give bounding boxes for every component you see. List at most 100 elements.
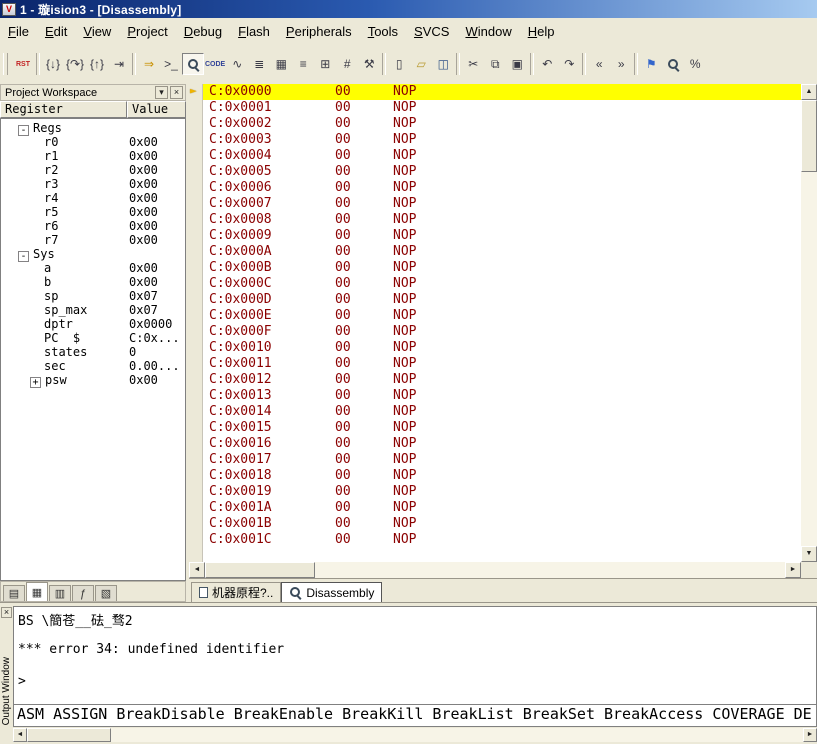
scroll-down-button[interactable]: ▼ (801, 546, 817, 562)
logic-analyzer-button[interactable]: ≣ (248, 53, 270, 75)
title-bar[interactable]: 1 - 璇ision3 - [Disassembly] (0, 0, 817, 18)
find-button[interactable] (662, 53, 684, 75)
toolbox-button[interactable]: ⚒ (358, 53, 380, 75)
disassembly-row[interactable]: C:0x000200NOP (189, 116, 801, 132)
disassembly-row[interactable]: C:0x001A00NOP (189, 500, 801, 516)
call-stack-window-button[interactable]: ≡ (292, 53, 314, 75)
tree-group-sys[interactable]: -Sys (1, 247, 185, 261)
run-to-cursor-button[interactable]: ⇥ (108, 53, 130, 75)
disassembly-row[interactable]: C:0x000500NOP (189, 164, 801, 180)
workspace-menu-button[interactable]: ▾ (155, 86, 168, 99)
output-horizontal-scrollbar[interactable]: ◄ ► (13, 728, 817, 742)
scroll-left-button[interactable]: ◄ (13, 728, 27, 742)
disassembly-row[interactable]: C:0x000700NOP (189, 196, 801, 212)
column-header-register[interactable]: Register (0, 101, 127, 118)
register-row-r4[interactable]: r40x00 (1, 191, 185, 205)
menu-item[interactable]: Flash (230, 21, 278, 42)
disassembly-row[interactable]: C:0x000800NOP (189, 212, 801, 228)
menu-item[interactable]: Edit (37, 21, 75, 42)
step-over-button[interactable]: {↷} (64, 53, 86, 75)
new-file-button[interactable]: ▯ (388, 53, 410, 75)
menu-item[interactable]: Window (457, 21, 519, 42)
copy-button[interactable]: ⧉ (484, 53, 506, 75)
regs-tab[interactable]: ▦ (26, 582, 48, 601)
disassembly-row-current[interactable]: C:0x000000NOP (189, 84, 801, 100)
disassembly-row[interactable]: C:0x001400NOP (189, 404, 801, 420)
step-out-button[interactable]: {↑} (86, 53, 108, 75)
column-header-value[interactable]: Value (127, 101, 186, 118)
scroll-thumb[interactable] (801, 100, 817, 172)
paste-button[interactable]: ▣ (506, 53, 528, 75)
menu-item[interactable]: SVCS (406, 21, 457, 42)
disassembly-row[interactable]: C:0x000300NOP (189, 132, 801, 148)
register-row-dptr[interactable]: dptr0x0000 (1, 317, 185, 331)
tab-item[interactable]: 机器原程?.. (191, 582, 281, 602)
register-row-r0[interactable]: r00x00 (1, 135, 185, 149)
show-next-statement-button[interactable]: ⇒ (138, 53, 160, 75)
disassembly-row[interactable]: C:0x001800NOP (189, 468, 801, 484)
disassembly-row[interactable]: C:0x001200NOP (189, 372, 801, 388)
menu-item[interactable]: Project (119, 21, 175, 42)
disassembly-row[interactable]: C:0x001300NOP (189, 388, 801, 404)
vertical-scrollbar[interactable]: ▲ ▼ (801, 84, 817, 562)
disassembly-row[interactable]: C:0x001600NOP (189, 436, 801, 452)
open-file-button[interactable]: ▱ (410, 53, 432, 75)
disassembly-row[interactable]: C:0x001B00NOP (189, 516, 801, 532)
disassembly-row[interactable]: C:0x001900NOP (189, 484, 801, 500)
save-file-button[interactable]: ◫ (432, 53, 454, 75)
registers-window-button[interactable]: ▦ (270, 53, 292, 75)
disassembly-row[interactable]: C:0x001500NOP (189, 420, 801, 436)
code-coverage-button[interactable]: CODE (204, 53, 226, 75)
disassembly-row[interactable]: C:0x000600NOP (189, 180, 801, 196)
command-window-button[interactable]: >_ (160, 53, 182, 75)
scroll-right-button[interactable]: ► (803, 728, 817, 742)
disassembly-row[interactable]: C:0x000E00NOP (189, 308, 801, 324)
register-row-states[interactable]: states0 (1, 345, 185, 359)
indent-left-button[interactable]: « (588, 53, 610, 75)
templates-tab[interactable]: ▧ (95, 585, 117, 601)
workspace-close-button[interactable]: × (170, 86, 183, 99)
menu-item[interactable]: Peripherals (278, 21, 360, 42)
horizontal-scrollbar[interactable]: ◄ ► (189, 562, 801, 578)
disassembly-row[interactable]: C:0x000F00NOP (189, 324, 801, 340)
disassembly-window-button[interactable] (182, 53, 204, 75)
disassembly-row[interactable]: C:0x000900NOP (189, 228, 801, 244)
files-tab[interactable]: ▤ (3, 585, 25, 601)
memory-window-button[interactable]: ⊞ (314, 53, 336, 75)
output-content[interactable]: BS \簡苍__砝_骛2*** error 34: undefined iden… (13, 606, 817, 727)
register-row-r1[interactable]: r10x00 (1, 149, 185, 163)
toolbar-grip[interactable] (3, 53, 8, 75)
disassembly-row[interactable]: C:0x000400NOP (189, 148, 801, 164)
disassembly-row[interactable]: C:0x001100NOP (189, 356, 801, 372)
expand-icon[interactable]: + (30, 377, 41, 388)
register-row-b[interactable]: b0x00 (1, 275, 185, 289)
disassembly-row[interactable]: C:0x001C00NOP (189, 532, 801, 548)
undo-button[interactable]: ↶ (536, 53, 558, 75)
register-row-r2[interactable]: r20x00 (1, 163, 185, 177)
menu-item[interactable]: Tools (360, 21, 406, 42)
disassembly-row[interactable]: C:0x000C00NOP (189, 276, 801, 292)
output-close-button[interactable]: × (1, 607, 12, 618)
register-row-sp[interactable]: sp0x07 (1, 289, 185, 303)
disassembly-row[interactable]: C:0x001000NOP (189, 340, 801, 356)
menu-item[interactable]: File (0, 21, 37, 42)
register-row-r5[interactable]: r50x00 (1, 205, 185, 219)
step-into-button[interactable]: {↓} (42, 53, 64, 75)
register-row-sp_max[interactable]: sp_max0x07 (1, 303, 185, 317)
app-icon[interactable] (2, 3, 16, 16)
register-row-sec[interactable]: sec0.00... (1, 359, 185, 373)
functions-tab[interactable]: ƒ (72, 585, 94, 601)
tab-disassembly[interactable]: Disassembly (281, 582, 382, 602)
cut-button[interactable]: ✂ (462, 53, 484, 75)
books-tab[interactable]: ▥ (49, 585, 71, 601)
scroll-thumb[interactable] (27, 728, 111, 742)
menu-item[interactable]: Help (520, 21, 563, 42)
reset-cpu-button[interactable]: RST (12, 53, 34, 75)
register-row-r7[interactable]: r70x00 (1, 233, 185, 247)
workspace-header[interactable]: Project Workspace ▾ × (0, 84, 186, 101)
menu-item[interactable]: Debug (176, 21, 230, 42)
scroll-up-button[interactable]: ▲ (801, 84, 817, 100)
scroll-right-button[interactable]: ► (785, 562, 801, 578)
disassembly-row[interactable]: C:0x000D00NOP (189, 292, 801, 308)
register-row-r3[interactable]: r30x00 (1, 177, 185, 191)
